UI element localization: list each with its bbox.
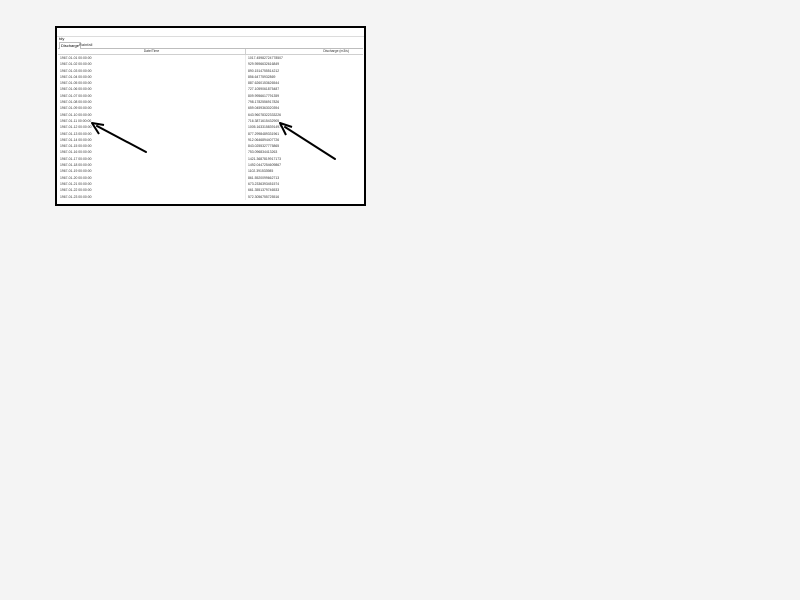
table-row[interactable]: 1967-01-01 00:00:00 1017.45982724778507 bbox=[58, 54, 363, 62]
cell-discharge: 1017.45982724778507 bbox=[248, 56, 283, 60]
discharge-table: Date/Time Discharge (m3/s) 1967-01-01 00… bbox=[58, 49, 363, 200]
table-row[interactable]: 1967-01-23 00:00:00 572.3056755725516 bbox=[58, 193, 363, 200]
window-title-bar bbox=[57, 28, 364, 37]
table-body: 1967-01-01 00:00:00 1017.45982724778507 19… bbox=[58, 54, 363, 200]
cell-datetime: 1967-01-23 00:00:00 bbox=[58, 193, 246, 200]
tab-rainfall[interactable]: Rainfall bbox=[78, 42, 93, 48]
cell-datetime: 1967-01-01 00:00:00 bbox=[58, 54, 246, 62]
screenshot-frame: tdy Discharge Rainfall Date/Time Dischar… bbox=[55, 26, 366, 206]
tab-bar: Discharge Rainfall bbox=[58, 41, 363, 49]
cell-discharge: 572.3056755725516 bbox=[248, 194, 280, 199]
discharge-table-container[interactable]: Date/Time Discharge (m3/s) 1967-01-01 00… bbox=[58, 49, 363, 204]
